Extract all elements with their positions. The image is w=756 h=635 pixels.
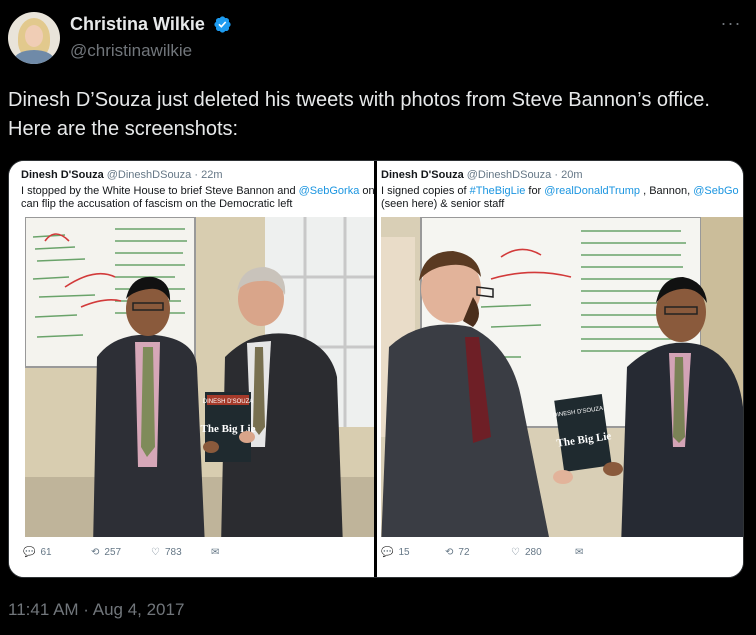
handle[interactable]: @christinawilkie (70, 41, 232, 61)
message-icon: ✉ (575, 547, 584, 558)
embedded-time: · 22m (194, 169, 223, 181)
retweet-icon: ⟲ (445, 547, 454, 558)
more-options-icon[interactable]: ··· (718, 14, 744, 36)
avatar[interactable] (8, 12, 60, 64)
screenshot-divider (374, 161, 377, 577)
reply-count: 💬 61 (23, 547, 52, 558)
photo-whiteboard-meeting: DINESH D'SOUZA The Big Lie (25, 217, 374, 537)
retweet-count: ⟲ 72 (445, 547, 470, 558)
screenshot-left[interactable]: Dinesh D'Souza @DineshDSouza · 22m I sto… (9, 161, 374, 577)
retweet-icon: ⟲ (91, 547, 100, 558)
screenshot-right[interactable]: Dinesh D'Souza @DineshDSouza · 20m I sig… (377, 161, 743, 577)
embedded-tweet-header: Dinesh D'Souza @DineshDSouza · 22m (21, 169, 222, 181)
embedded-author-name: Dinesh D'Souza (381, 169, 464, 181)
like-count: ♡ 783 (151, 547, 182, 558)
author-names: Christina Wilkie @christinawilkie (70, 14, 232, 61)
message-icon: ✉ (211, 547, 220, 558)
heart-icon: ♡ (151, 547, 160, 558)
like-count: ♡ 280 (511, 547, 542, 558)
tweet-media[interactable]: Dinesh D'Souza @DineshDSouza · 22m I sto… (8, 160, 744, 578)
tweet-header: Christina Wilkie @christinawilkie ··· (8, 12, 748, 66)
embedded-time: · 20m (554, 169, 583, 181)
reply-icon: 💬 (23, 547, 36, 558)
embedded-tweet-text: I stopped by the White House to brief St… (21, 185, 374, 210)
embedded-author-name: Dinesh D'Souza (21, 169, 104, 181)
reply-icon: 💬 (381, 547, 394, 558)
photo-book-signing: DINESH D'SOUZA The Big Lie (381, 217, 743, 537)
reply-count: 💬 15 (381, 547, 410, 558)
tweet-text: Dinesh D’Souza just deleted his tweets w… (8, 89, 710, 140)
embedded-tweet-header: Dinesh D'Souza @DineshDSouza · 20m (381, 169, 582, 181)
embedded-handle: @DineshDSouza (106, 169, 192, 181)
verified-badge-icon (214, 16, 231, 33)
embedded-handle: @DineshDSouza (466, 169, 552, 181)
display-name[interactable]: Christina Wilkie (70, 14, 205, 35)
book-title-left: DINESH D'SOUZA (203, 399, 253, 405)
embedded-tweet-text: I signed copies of #TheBigLie for @realD… (381, 185, 739, 210)
tweet-timestamp[interactable]: 11:41 AM · Aug 4, 2017 (8, 600, 184, 620)
heart-icon: ♡ (511, 547, 520, 558)
retweet-count: ⟲ 257 (91, 547, 122, 558)
